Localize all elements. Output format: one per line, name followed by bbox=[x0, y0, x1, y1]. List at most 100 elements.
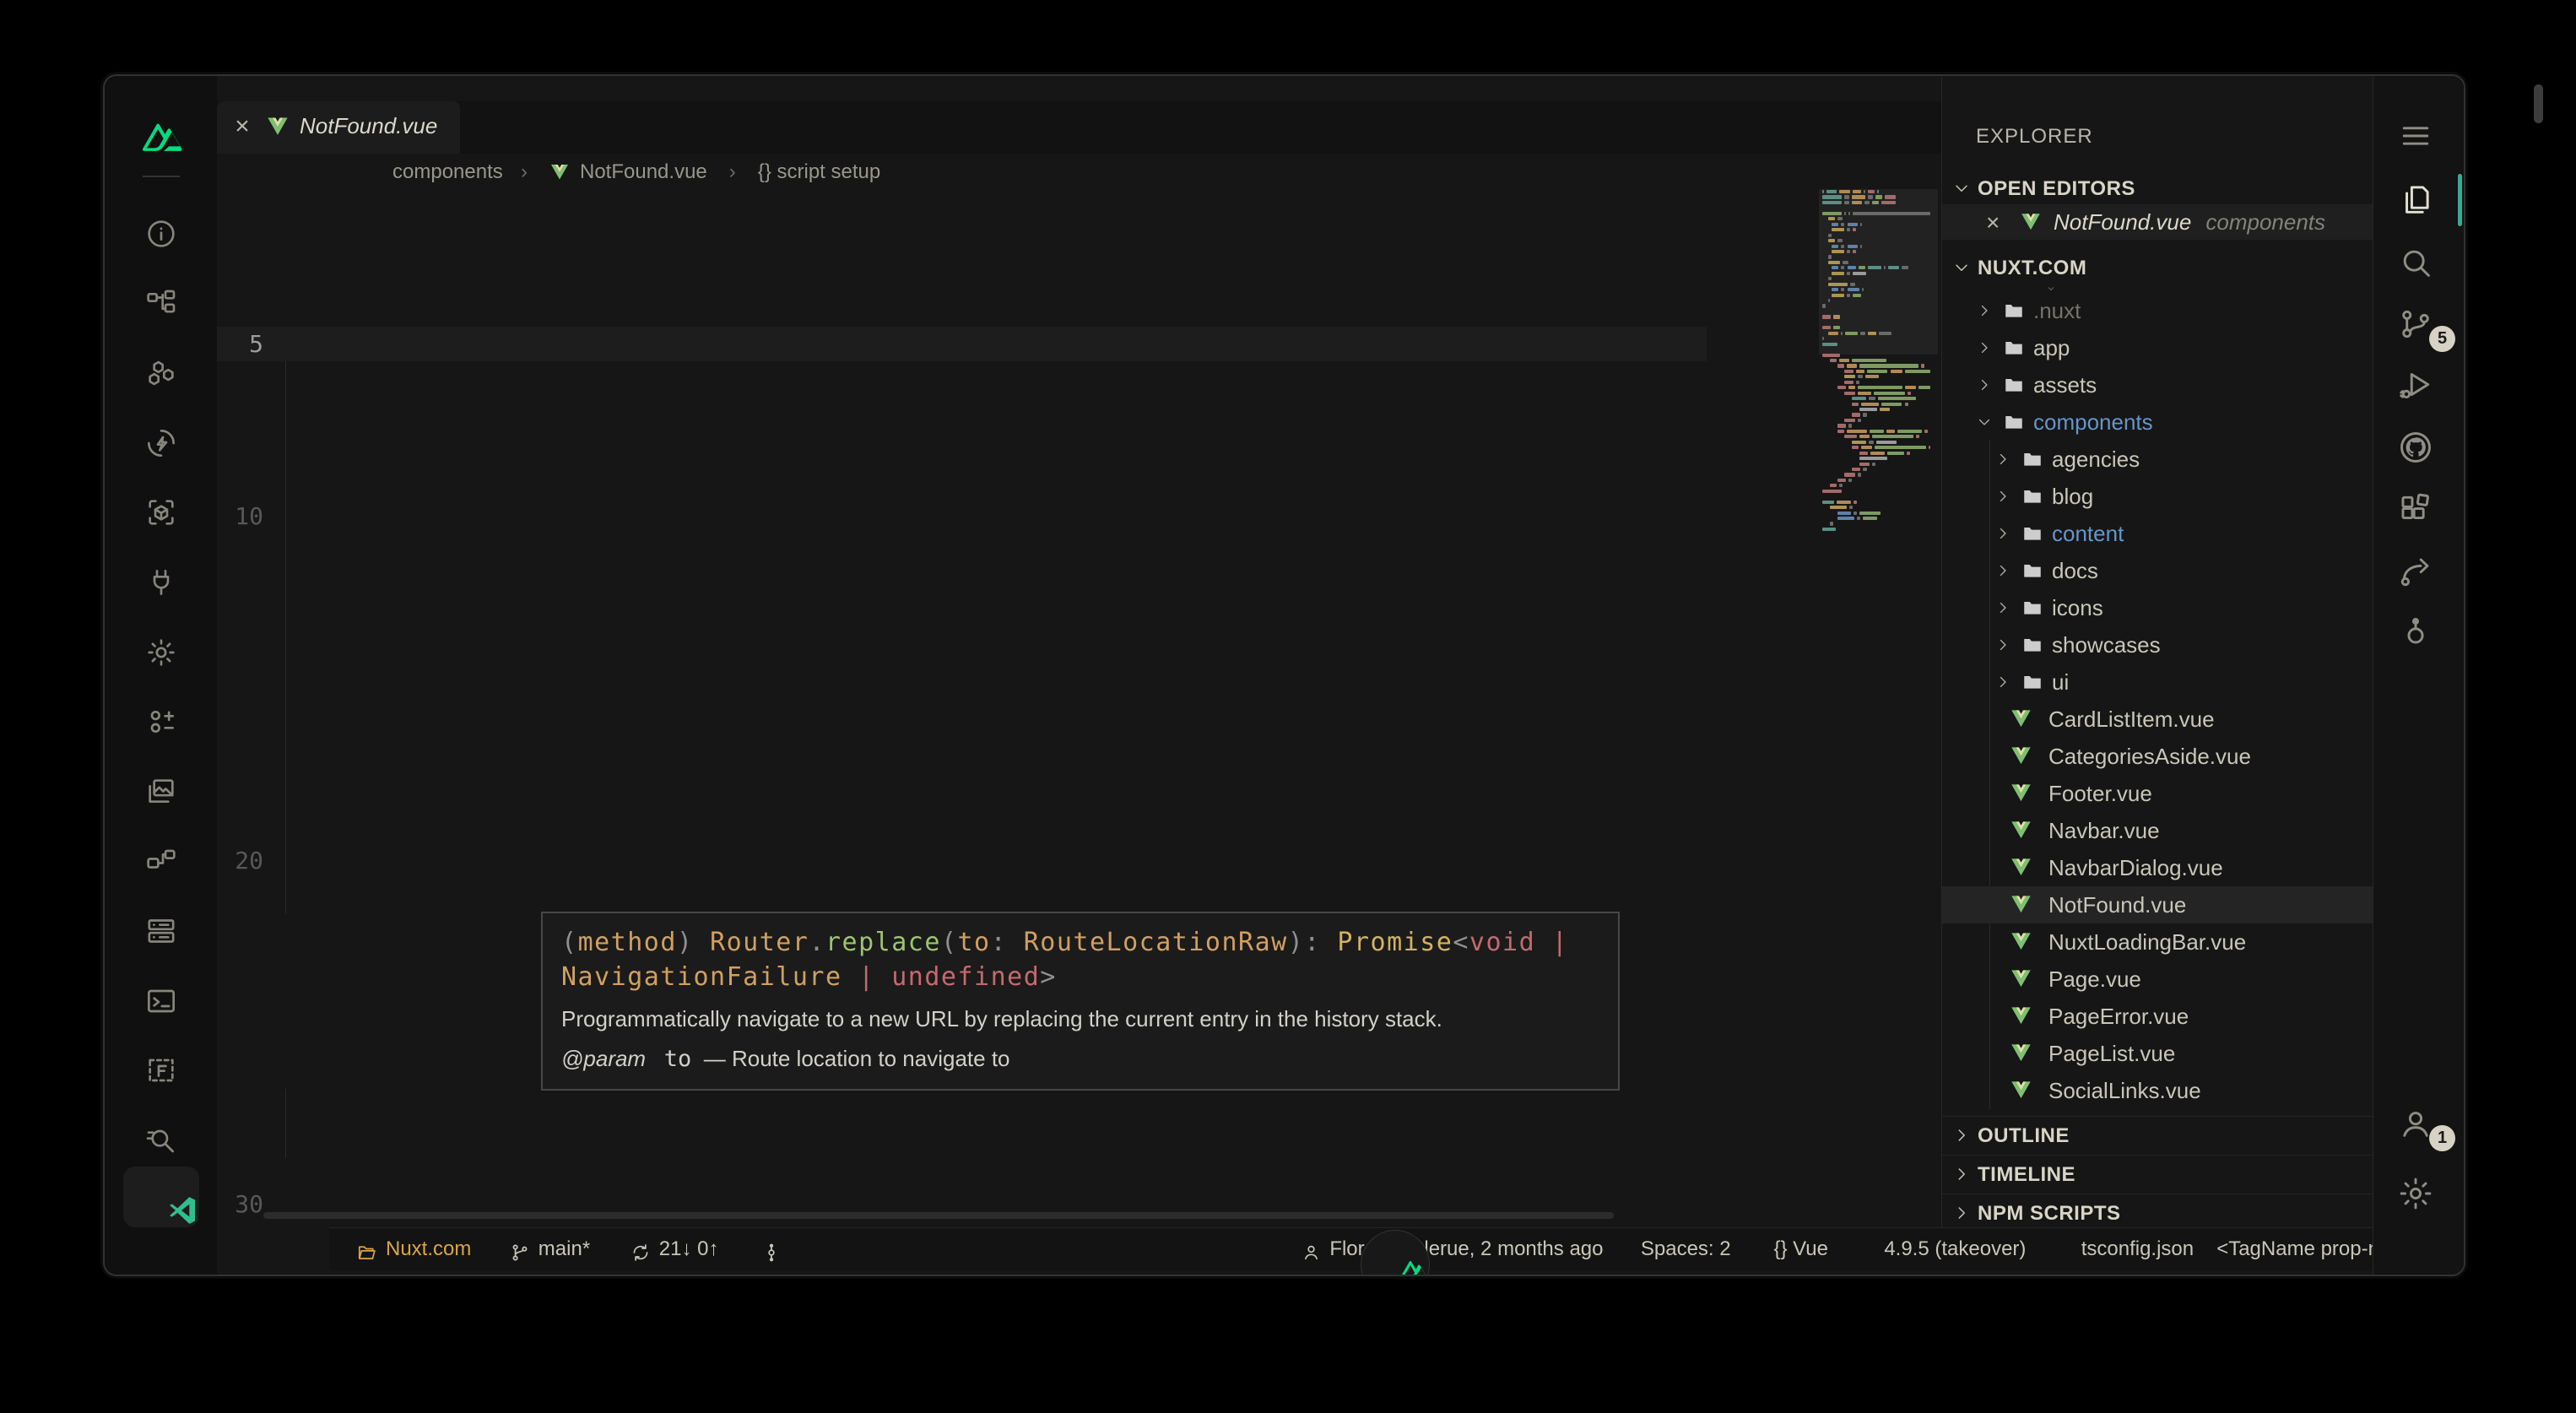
minimap-line bbox=[1822, 201, 1935, 204]
line-number: 20 bbox=[217, 847, 263, 874]
scan-cube-icon[interactable] bbox=[144, 495, 178, 529]
host-scrollbar[interactable] bbox=[2534, 84, 2543, 123]
minimap-line bbox=[1822, 430, 1935, 433]
minimap-line bbox=[1822, 446, 1935, 449]
vue-file-icon bbox=[2010, 1005, 2032, 1026]
status-4-9-5-takeover-[interactable]: 4.9.5 (takeover) bbox=[1884, 1228, 2026, 1270]
minimap-line bbox=[1822, 255, 1935, 258]
frame-f-icon[interactable] bbox=[144, 1053, 178, 1087]
minimap-line bbox=[1822, 206, 1935, 209]
vue-file-icon bbox=[2010, 857, 2032, 878]
minimap-line bbox=[1822, 468, 1935, 471]
minimap-line bbox=[1822, 310, 1935, 313]
target-icon[interactable] bbox=[2397, 614, 2434, 652]
server-icon[interactable] bbox=[144, 914, 178, 948]
github-icon[interactable] bbox=[2397, 429, 2434, 466]
search-icon[interactable] bbox=[2397, 244, 2434, 281]
status-nuxt-com[interactable]: Nuxt.com bbox=[356, 1228, 471, 1270]
runtime-swirl-icon[interactable] bbox=[144, 426, 178, 460]
node-link-icon[interactable] bbox=[144, 844, 178, 878]
status-main-[interactable]: main* bbox=[509, 1228, 590, 1270]
devtools-window: × NotFound.vue components›NotFound.vue›{… bbox=[103, 74, 2465, 1276]
chevron-down-icon bbox=[1952, 179, 1971, 198]
info-icon[interactable] bbox=[144, 217, 178, 251]
minimap-line bbox=[1822, 234, 1935, 237]
cog-icon[interactable] bbox=[144, 636, 178, 669]
menu-icon[interactable] bbox=[2397, 117, 2434, 154]
explorer-title: EXPLORER bbox=[1976, 125, 2093, 149]
minimap-line bbox=[1822, 364, 1935, 367]
status-21-0-[interactable]: 21↓ 0↑ bbox=[630, 1228, 719, 1270]
sitemap-icon[interactable] bbox=[144, 287, 178, 321]
minimap-line bbox=[1822, 441, 1935, 444]
status-florent-delerue-2-months-ago[interactable]: Florent Delerue, 2 months ago bbox=[1301, 1228, 1603, 1270]
extensions-icon[interactable] bbox=[2397, 491, 2434, 528]
minimap-line bbox=[1822, 212, 1935, 215]
explorer-icon[interactable] bbox=[2397, 181, 2434, 219]
minimap-line bbox=[1822, 424, 1935, 427]
vue-file-icon bbox=[549, 163, 570, 181]
plug-icon[interactable] bbox=[144, 566, 178, 599]
terminal-icon[interactable] bbox=[144, 984, 178, 1018]
sidebar-item-vscode[interactable] bbox=[123, 1167, 199, 1227]
minimap-line bbox=[1822, 294, 1935, 297]
vue-file-icon bbox=[2010, 1042, 2032, 1064]
run-debug-icon[interactable] bbox=[2397, 367, 2434, 404]
nuxt-logo-icon[interactable] bbox=[138, 120, 184, 154]
breadcrumb-symbol[interactable]: {} script setup bbox=[758, 160, 880, 184]
chevron-right-icon bbox=[1952, 1165, 1971, 1183]
close-icon[interactable]: × bbox=[1986, 209, 2000, 236]
folder-icon bbox=[2003, 337, 2025, 359]
minimap-line bbox=[1822, 408, 1935, 411]
indent-guide bbox=[285, 361, 286, 913]
status--vue[interactable]: {} Vue bbox=[1773, 1228, 1828, 1270]
current-line-highlight bbox=[217, 327, 1707, 361]
tooltip-signature: (method) Router.replace(to: RouteLocatio… bbox=[561, 925, 1599, 960]
settings-gear-icon[interactable] bbox=[2397, 1175, 2434, 1212]
minimap-line bbox=[1822, 386, 1935, 389]
search-code-icon[interactable] bbox=[144, 1123, 178, 1157]
breadcrumb-file[interactable]: NotFound.vue bbox=[580, 160, 707, 184]
tab-notfound-vue[interactable]: × NotFound.vue bbox=[217, 101, 460, 154]
horizontal-scrollbar[interactable] bbox=[263, 1212, 1614, 1219]
vue-file-icon bbox=[2010, 1080, 2032, 1101]
minimap-line bbox=[1822, 250, 1935, 253]
status-tsconfig-json[interactable]: tsconfig.json bbox=[2081, 1228, 2194, 1270]
minimap-line bbox=[1822, 261, 1935, 264]
minimap-line bbox=[1822, 370, 1935, 373]
tab-close-icon[interactable]: × bbox=[229, 113, 256, 140]
tree-label: CategoriesAside.vue bbox=[2048, 744, 2251, 770]
vue-file-icon bbox=[2010, 745, 2032, 766]
folder-open-icon bbox=[356, 1232, 378, 1254]
param-tag: @param bbox=[561, 1046, 646, 1071]
minimap-line bbox=[1822, 392, 1935, 395]
folder-icon bbox=[2021, 485, 2043, 507]
minimap-line bbox=[1822, 321, 1935, 324]
badge-count: 1 bbox=[2429, 1125, 2455, 1151]
git-branch-icon bbox=[509, 1232, 531, 1254]
tree-label: SocialLinks.vue bbox=[2048, 1078, 2201, 1104]
minimap-line bbox=[1822, 190, 1935, 193]
components-hex-icon[interactable] bbox=[144, 356, 178, 390]
tree-label: Page.vue bbox=[2048, 966, 2141, 993]
minimap-line bbox=[1822, 452, 1935, 455]
images-icon[interactable] bbox=[144, 775, 178, 809]
minimap-line bbox=[1822, 326, 1935, 329]
chevron-right-icon bbox=[1976, 376, 1993, 393]
breadcrumb-components[interactable]: components bbox=[392, 160, 503, 184]
sync-icon bbox=[630, 1232, 652, 1254]
users-icon[interactable] bbox=[144, 705, 178, 739]
minimap-line bbox=[1822, 223, 1935, 226]
minimap[interactable] bbox=[1819, 189, 1938, 1221]
line-number: 30 bbox=[217, 1190, 263, 1218]
status-git-commit-icon[interactable] bbox=[760, 1228, 790, 1270]
vue-file-icon bbox=[266, 116, 290, 138]
minimap-line bbox=[1822, 245, 1935, 248]
open-editor-filename: NotFound.vue bbox=[2054, 209, 2191, 236]
minimap-line bbox=[1822, 332, 1935, 335]
live-share-icon[interactable] bbox=[2397, 553, 2434, 590]
vue-file-icon bbox=[2010, 931, 2032, 952]
status-spaces-2[interactable]: Spaces: 2 bbox=[1641, 1228, 1731, 1270]
vue-file-icon bbox=[2010, 708, 2032, 729]
minimap-line bbox=[1822, 304, 1935, 307]
